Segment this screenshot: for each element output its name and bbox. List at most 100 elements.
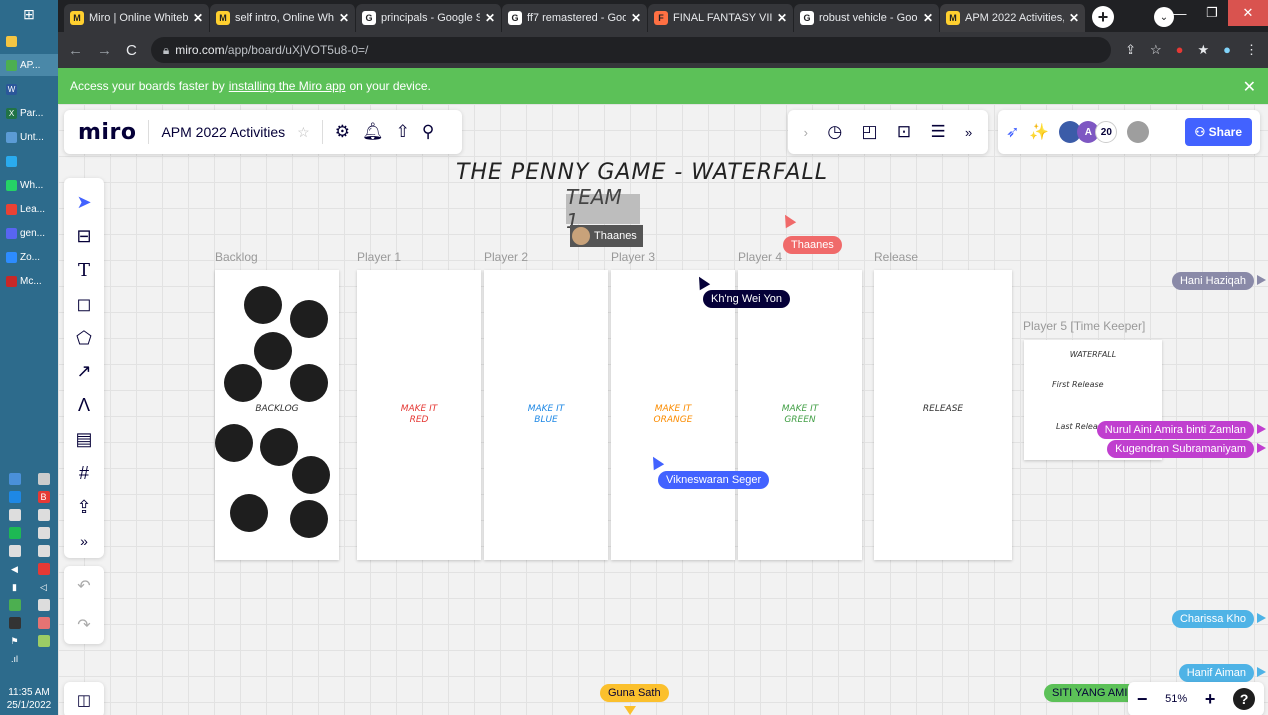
maximize-icon[interactable]: ❐ bbox=[1196, 0, 1228, 26]
column-card[interactable]: MAKE IT GREEN bbox=[738, 270, 862, 560]
notifications-bell-icon[interactable]: 🔔︎ bbox=[362, 122, 384, 142]
vote-icon[interactable]: ◰ bbox=[862, 122, 878, 142]
share-button[interactable]: ⚇ Share bbox=[1184, 118, 1252, 146]
line-arrow-icon[interactable]: ↗ bbox=[68, 355, 100, 389]
select-cursor-icon[interactable]: ➤ bbox=[68, 186, 100, 220]
help-icon[interactable]: ? bbox=[1233, 688, 1256, 710]
minimize-icon[interactable]: — bbox=[1164, 0, 1196, 26]
reactions-cursor-icon[interactable]: ➶ bbox=[1006, 122, 1019, 142]
penny-coin[interactable] bbox=[224, 364, 262, 402]
settings-gear-icon[interactable]: ⚙ bbox=[335, 122, 350, 142]
more-chevron-icon[interactable]: » bbox=[965, 125, 972, 140]
chevron-right-icon[interactable]: › bbox=[804, 125, 808, 140]
network-icon[interactable]: ▮ bbox=[9, 581, 21, 593]
penny-coin[interactable] bbox=[290, 300, 328, 338]
tab-close-icon[interactable]: ✕ bbox=[485, 11, 495, 25]
penny-coin[interactable] bbox=[290, 500, 328, 538]
taskbar-item[interactable]: Lea... bbox=[0, 198, 58, 220]
browser-tab[interactable]: Gff7 remastered - Goo ✕ bbox=[502, 4, 648, 32]
avatar[interactable] bbox=[1127, 121, 1150, 143]
tray-icon[interactable] bbox=[8, 509, 21, 521]
penny-coin[interactable] bbox=[260, 428, 298, 466]
close-window-icon[interactable]: ✕ bbox=[1228, 0, 1268, 26]
undo-icon[interactable]: ↶ bbox=[77, 576, 90, 596]
zoom-in-button[interactable]: + bbox=[1205, 689, 1216, 710]
browser-tab[interactable]: Mself intro, Online Whi ✕ bbox=[210, 4, 356, 32]
pen-icon[interactable]: Λ bbox=[68, 389, 100, 423]
taskbar-item[interactable]: Unt... bbox=[0, 126, 58, 148]
bookmark-star-icon[interactable]: ☆ bbox=[1150, 42, 1162, 58]
presentation-icon[interactable]: ⊡ bbox=[897, 122, 911, 142]
penny-coin[interactable] bbox=[230, 494, 268, 532]
flag-icon[interactable]: ⚑ bbox=[9, 635, 21, 647]
tray-icon[interactable] bbox=[8, 545, 21, 557]
tray-icon[interactable] bbox=[37, 473, 50, 485]
tab-close-icon[interactable]: ✕ bbox=[193, 11, 203, 25]
taskbar-item[interactable]: AP... bbox=[0, 54, 58, 76]
tray-icon[interactable]: B bbox=[37, 491, 50, 503]
tray-icon[interactable] bbox=[37, 617, 50, 629]
collaborator-count[interactable]: 20 bbox=[1095, 121, 1118, 143]
search-icon[interactable]: ⚲ bbox=[422, 122, 434, 142]
taskbar-item-file-explorer[interactable] bbox=[0, 30, 58, 52]
penny-coin[interactable] bbox=[244, 286, 282, 324]
penny-coin[interactable] bbox=[290, 364, 328, 402]
zoom-level[interactable]: 51% bbox=[1165, 693, 1187, 705]
board-name[interactable]: APM 2022 Activities bbox=[161, 124, 285, 140]
taskbar-item[interactable]: gen... bbox=[0, 222, 58, 244]
extension-icon[interactable]: ● bbox=[1176, 42, 1184, 58]
menu-kebab-icon[interactable]: ⋮ bbox=[1245, 42, 1258, 58]
tray-icon[interactable] bbox=[37, 509, 50, 521]
tray-icon[interactable] bbox=[8, 473, 21, 485]
profile-icon[interactable]: ● bbox=[1223, 42, 1231, 58]
taskbar-item[interactable]: Mc... bbox=[0, 270, 58, 292]
templates-icon[interactable]: ⊟ bbox=[68, 220, 100, 254]
share-page-icon[interactable]: ⇪ bbox=[1125, 42, 1136, 58]
taskbar-item[interactable]: Wh... bbox=[0, 174, 58, 196]
miro-logo[interactable]: miro bbox=[78, 120, 136, 145]
tray-icon[interactable] bbox=[37, 563, 50, 575]
tray-icon[interactable] bbox=[8, 599, 21, 611]
taskbar-item[interactable] bbox=[0, 150, 58, 172]
tab-close-icon[interactable]: ✕ bbox=[1069, 11, 1079, 25]
volume-icon[interactable]: ◀ bbox=[9, 563, 21, 575]
banner-close-icon[interactable]: ✕ bbox=[1243, 77, 1256, 97]
install-app-link[interactable]: installing the Miro app bbox=[229, 79, 346, 93]
export-upload-icon[interactable]: ⇧ bbox=[396, 122, 410, 142]
tab-close-icon[interactable]: ✕ bbox=[923, 11, 933, 25]
taskbar-item[interactable]: W bbox=[0, 78, 58, 100]
tray-icon[interactable] bbox=[37, 545, 50, 557]
tray-icon[interactable] bbox=[37, 527, 50, 539]
tray-icon[interactable] bbox=[8, 617, 21, 629]
column-card[interactable]: RELEASE bbox=[874, 270, 1012, 560]
browser-tab[interactable]: Grobust vehicle - Goo ✕ bbox=[794, 4, 940, 32]
extensions-puzzle-icon[interactable]: ★ bbox=[1197, 42, 1209, 58]
more-tools-icon[interactable]: » bbox=[68, 524, 100, 558]
browser-tab[interactable]: Gprincipals - Google S ✕ bbox=[356, 4, 502, 32]
zoom-out-button[interactable]: − bbox=[1137, 689, 1148, 710]
board-canvas[interactable]: miro APM 2022 Activities ☆ ⚙ 🔔︎ ⇧ ⚲ › ◷ … bbox=[58, 104, 1268, 715]
spotify-icon[interactable] bbox=[8, 527, 21, 539]
tray-icon[interactable] bbox=[8, 491, 21, 503]
team-label[interactable]: TEAM 1 bbox=[566, 185, 640, 233]
notes-icon[interactable]: ☰ bbox=[930, 122, 945, 142]
column-card[interactable]: MAKE IT RED bbox=[357, 270, 481, 560]
timer-icon[interactable]: ◷ bbox=[827, 122, 842, 142]
new-tab-button[interactable]: + bbox=[1092, 6, 1114, 28]
text-tool-icon[interactable]: T bbox=[68, 254, 100, 288]
taskbar-item[interactable]: X Par... bbox=[0, 102, 58, 124]
column-card[interactable]: MAKE IT ORANGE bbox=[611, 270, 735, 560]
browser-tab[interactable]: M Miro | Online Whiteb ✕ bbox=[64, 4, 210, 32]
redo-icon[interactable]: ↷ bbox=[77, 615, 90, 635]
audio-icon[interactable]: ◁ bbox=[38, 581, 50, 593]
star-icon[interactable]: ☆ bbox=[297, 124, 310, 141]
penny-coin[interactable] bbox=[215, 424, 253, 462]
windows-start-icon[interactable]: ⊞ bbox=[0, 0, 58, 28]
back-icon[interactable]: ← bbox=[68, 42, 83, 59]
column-card[interactable]: MAKE IT BLUE bbox=[484, 270, 608, 560]
keyboard-icon[interactable] bbox=[37, 599, 50, 611]
shapes-icon[interactable]: ⬠ bbox=[68, 321, 100, 355]
taskbar-clock[interactable]: 11:35 AM 25/1/2022 bbox=[0, 686, 58, 712]
browser-tab[interactable]: M APM 2022 Activities, ✕ bbox=[940, 4, 1086, 32]
celebrate-icon[interactable]: ✨ bbox=[1029, 122, 1049, 142]
